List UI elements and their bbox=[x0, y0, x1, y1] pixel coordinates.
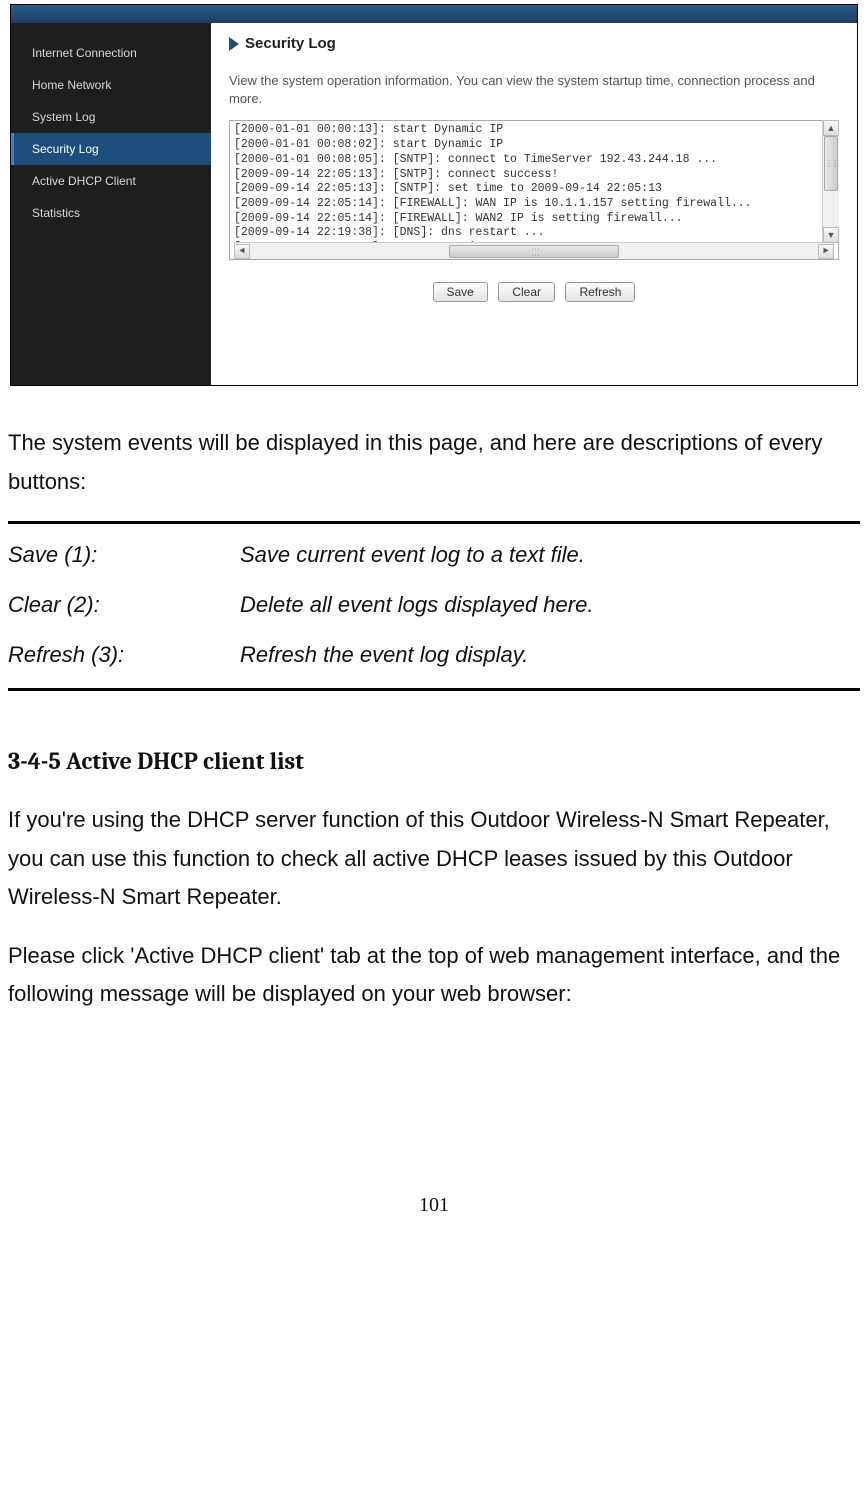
definitions-block: Save (1): Save current event log to a te… bbox=[8, 521, 860, 691]
body-paragraph: If you're using the DHCP server function… bbox=[8, 801, 860, 917]
log-textarea[interactable]: [2000-01-01 00:00:13]: start Dynamic IP … bbox=[229, 120, 839, 260]
sidebar-item-system-log[interactable]: System Log bbox=[11, 101, 211, 133]
sidebar-item-label: Security Log bbox=[32, 142, 99, 156]
log-line: [2009-09-14 22:05:14]: [FIREWALL]: WAN2 … bbox=[234, 212, 834, 227]
definition-description: Refresh the event log display. bbox=[240, 642, 860, 668]
scroll-up-arrow-icon[interactable]: ▲ bbox=[823, 120, 839, 136]
definition-term: Save (1): bbox=[8, 542, 240, 568]
definition-term: Clear (2): bbox=[8, 592, 240, 618]
definition-row: Clear (2): Delete all event logs display… bbox=[8, 592, 860, 618]
scroll-track[interactable] bbox=[250, 244, 818, 259]
page-description: View the system operation information. Y… bbox=[229, 72, 839, 108]
sidebar-item-label: Home Network bbox=[32, 78, 111, 92]
button-row: Save Clear Refresh bbox=[229, 282, 839, 302]
caret-right-icon bbox=[229, 37, 239, 51]
save-button[interactable]: Save bbox=[433, 282, 488, 302]
sidebar-item-label: Statistics bbox=[32, 206, 80, 220]
scroll-thumb[interactable] bbox=[449, 245, 619, 258]
definition-row: Refresh (3): Refresh the event log displ… bbox=[8, 642, 860, 668]
body-paragraph: Please click 'Active DHCP client' tab at… bbox=[8, 937, 860, 1014]
navigation-sidebar: Internet Connection Home Network System … bbox=[11, 23, 211, 385]
sidebar-item-label: System Log bbox=[32, 110, 95, 124]
top-banner-bar bbox=[11, 5, 857, 23]
router-screenshot: Internet Connection Home Network System … bbox=[10, 4, 858, 386]
scroll-thumb[interactable] bbox=[824, 136, 838, 191]
refresh-button[interactable]: Refresh bbox=[565, 282, 635, 302]
scroll-right-arrow-icon[interactable]: ► bbox=[818, 244, 834, 259]
log-line: [2009-09-14 22:05:13]: [SNTP]: connect s… bbox=[234, 168, 834, 183]
sidebar-item-home-network[interactable]: Home Network bbox=[11, 69, 211, 101]
vertical-scrollbar[interactable]: ▲ ▼ bbox=[822, 120, 839, 243]
sidebar-item-security-log[interactable]: Security Log bbox=[11, 133, 211, 165]
sidebar-item-internet-connection[interactable]: Internet Connection bbox=[11, 37, 211, 69]
sidebar-item-statistics[interactable]: Statistics bbox=[11, 197, 211, 229]
intro-paragraph: The system events will be displayed in t… bbox=[8, 424, 860, 501]
log-line: [2000-01-01 00:08:05]: [SNTP]: connect t… bbox=[234, 153, 834, 168]
clear-button[interactable]: Clear bbox=[498, 282, 555, 302]
log-line: [2009-09-14 22:19:38]: [DNS]: dns restar… bbox=[234, 226, 834, 241]
log-lines: [2000-01-01 00:00:13]: start Dynamic IP … bbox=[234, 123, 834, 242]
scroll-track[interactable] bbox=[823, 136, 839, 227]
page-title: Security Log bbox=[245, 35, 336, 52]
page-number: 101 bbox=[8, 1194, 860, 1237]
sidebar-item-label: Active DHCP Client bbox=[32, 174, 136, 188]
definition-description: Delete all event logs displayed here. bbox=[240, 592, 860, 618]
horizontal-scrollbar[interactable]: ◄ ► bbox=[234, 242, 834, 259]
scroll-down-arrow-icon[interactable]: ▼ bbox=[823, 227, 839, 243]
section-heading: 3-4-5 Active DHCP client list bbox=[8, 747, 860, 775]
definition-row: Save (1): Save current event log to a te… bbox=[8, 542, 860, 568]
log-line: [2000-01-01 00:00:13]: start Dynamic IP bbox=[234, 123, 834, 138]
log-line: [2000-01-01 00:08:02]: start Dynamic IP bbox=[234, 138, 834, 153]
router-ui-layout: Internet Connection Home Network System … bbox=[11, 23, 857, 385]
document-body: The system events will be displayed in t… bbox=[0, 386, 868, 1237]
log-line: [2009-09-14 22:05:13]: [SNTP]: set time … bbox=[234, 182, 834, 197]
definition-term: Refresh (3): bbox=[8, 642, 240, 668]
content-pane: Security Log View the system operation i… bbox=[211, 23, 857, 385]
definition-description: Save current event log to a text file. bbox=[240, 542, 860, 568]
log-line: [2009-09-14 22:05:14]: [FIREWALL]: WAN I… bbox=[234, 197, 834, 212]
sidebar-item-active-dhcp-client[interactable]: Active DHCP Client bbox=[11, 165, 211, 197]
log-container: [2000-01-01 00:00:13]: start Dynamic IP … bbox=[229, 120, 839, 260]
page-header: Security Log bbox=[229, 35, 839, 52]
scroll-left-arrow-icon[interactable]: ◄ bbox=[234, 244, 250, 259]
sidebar-item-label: Internet Connection bbox=[32, 46, 137, 60]
